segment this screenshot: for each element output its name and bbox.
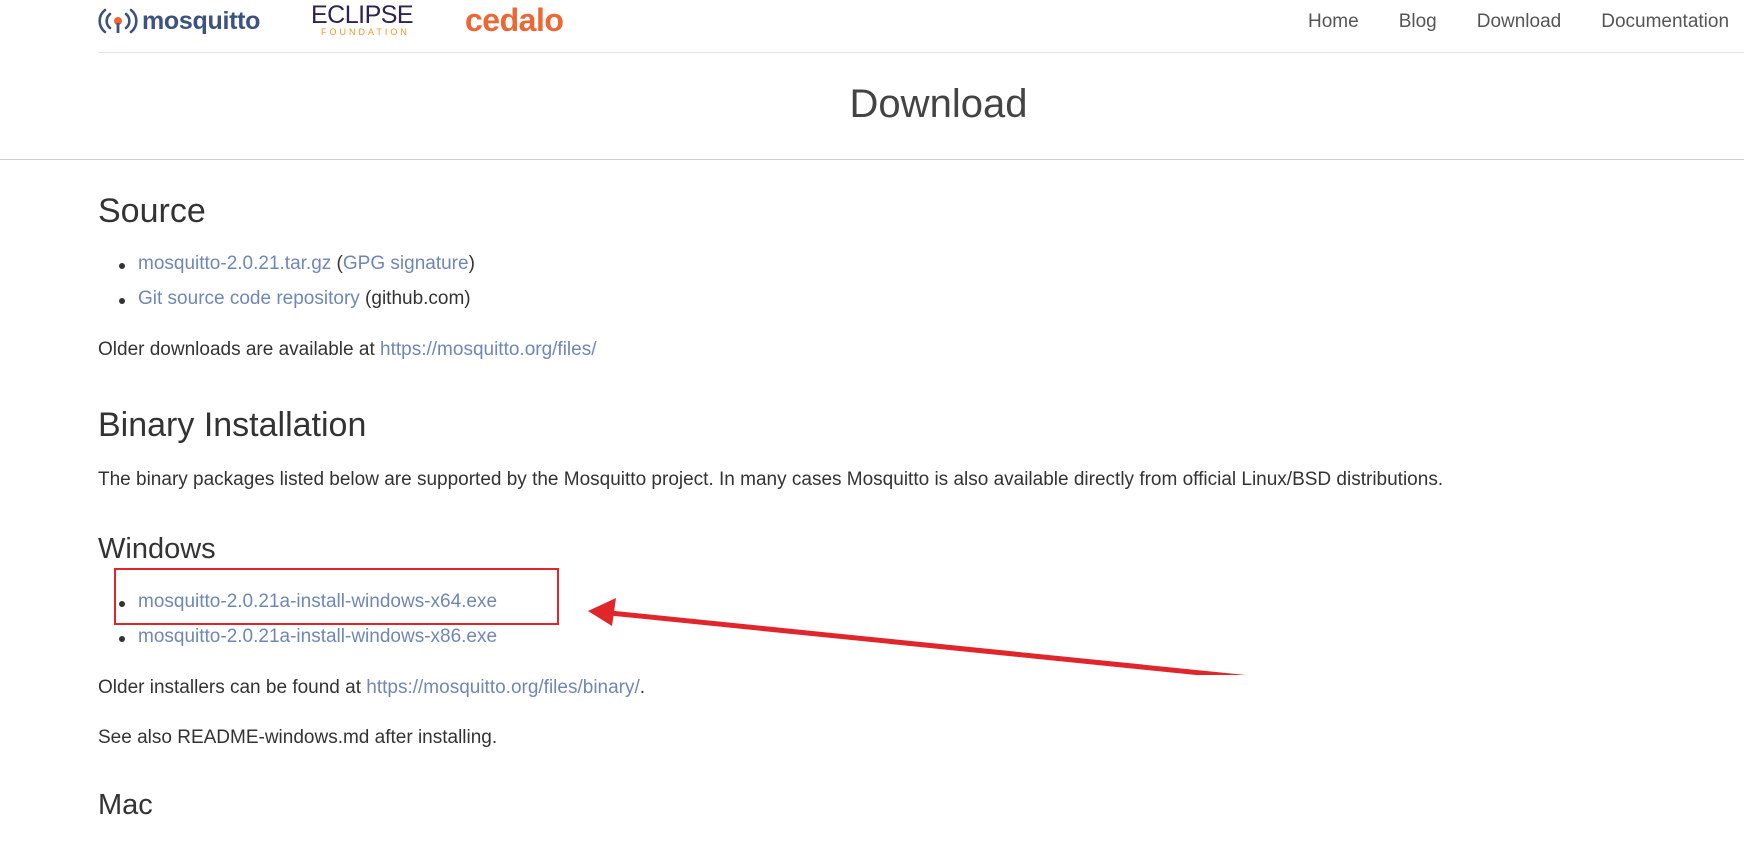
period: . [639, 677, 646, 698]
nav-home[interactable]: Home [1308, 11, 1359, 33]
header-divider [98, 52, 1744, 53]
cedalo-wordmark: cedalo [465, 1, 564, 38]
cedalo-logo[interactable]: cedalo [465, 1, 564, 38]
binary-description: The binary packages listed below are sup… [98, 469, 1444, 490]
paren-open: ( [331, 253, 343, 274]
older-installers-link[interactable]: https://mosquitto.org/files/binary/ [366, 677, 640, 698]
arrowhead-icon [588, 598, 616, 626]
older-installers-text: Older installers can be found at https:/… [98, 677, 645, 699]
nav-blog[interactable]: Blog [1399, 11, 1437, 33]
source-heading: Source [98, 192, 206, 230]
annotation-arrow [588, 598, 1246, 675]
main-nav: Home Blog Download Documentation [1308, 11, 1744, 33]
older-downloads-text: Older downloads are available at https:/… [98, 339, 597, 361]
mosquitto-wordmark: mosquitto [142, 6, 261, 35]
older-downloads-label: Older downloads are available at [98, 339, 381, 360]
source-list: mosquitto-2.0.21.tar.gz (GPG signature) … [98, 253, 475, 323]
page-title: Download [849, 82, 1028, 126]
older-installers-label: Older installers can be found at [98, 677, 367, 698]
older-downloads-link[interactable]: https://mosquitto.org/files/ [380, 339, 597, 360]
gpg-signature-link[interactable]: GPG signature [343, 253, 469, 274]
binary-installation-heading: Binary Installation [98, 406, 367, 444]
hero-divider [0, 159, 1744, 160]
list-item: mosquitto-2.0.21.tar.gz (GPG signature) [98, 253, 475, 288]
eclipse-wordmark: ECLIPSE [311, 1, 414, 29]
windows-heading: Windows [98, 533, 216, 565]
readme-note: See also README-windows.md after install… [98, 727, 498, 748]
site-header: mosquitto ECLIPSE FOUNDATION cedalo Home… [0, 0, 1744, 54]
nav-download[interactable]: Download [1477, 11, 1562, 33]
broadcast-icon [98, 8, 138, 34]
bullet [119, 298, 125, 304]
mosquitto-logo[interactable]: mosquitto [98, 4, 260, 38]
git-repo-link[interactable]: Git source code repository [138, 288, 360, 309]
bullet [119, 636, 125, 642]
eclipse-foundation-logo[interactable]: ECLIPSE FOUNDATION [311, 1, 414, 42]
source-tarball-link[interactable]: mosquitto-2.0.21.tar.gz [138, 253, 331, 274]
windows-x86-installer-link[interactable]: mosquitto-2.0.21a-install-windows-x86.ex… [138, 626, 497, 647]
annotation-highlight-box [114, 568, 559, 625]
paren-close: ) [468, 253, 475, 274]
bullet [119, 263, 125, 269]
list-item: mosquitto-2.0.21a-install-windows-x86.ex… [98, 626, 497, 661]
mac-heading: Mac [98, 789, 153, 821]
nav-documentation[interactable]: Documentation [1601, 11, 1729, 33]
list-item: Git source code repository (github.com) [98, 288, 475, 323]
github-note: (github.com) [359, 288, 471, 309]
foundation-wordmark: FOUNDATION [321, 27, 410, 37]
